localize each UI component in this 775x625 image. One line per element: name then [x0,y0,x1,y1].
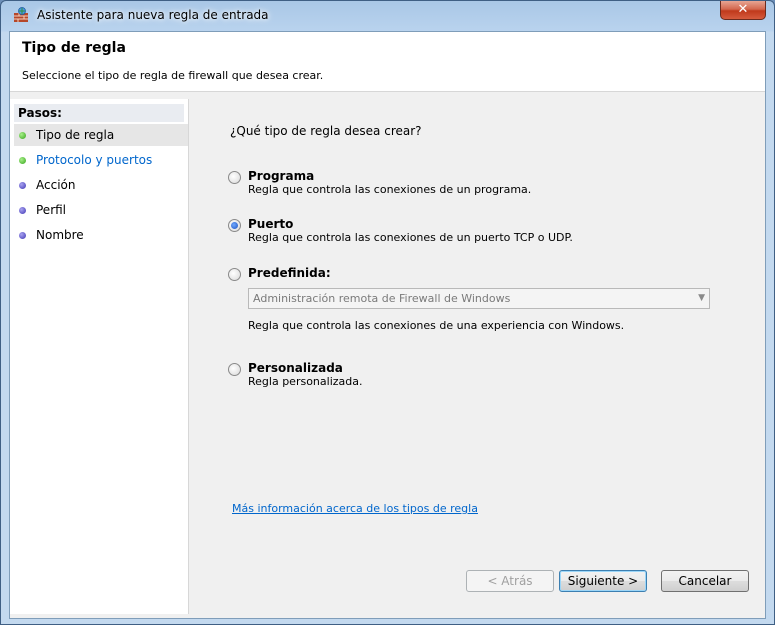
option-label[interactable]: Puerto [248,217,293,231]
window-title: Asistente para nueva regla de entrada [37,8,269,22]
option-description: Regla personalizada. [248,375,363,388]
select-value: Administración remota de Firewall de Win… [253,292,511,305]
step-pending-icon [19,232,26,239]
wizard-window: Asistente para nueva regla de entrada ✕ … [0,0,775,625]
step-protocolo-y-puertos[interactable]: Protocolo y puertos [14,149,188,171]
next-button[interactable]: Siguiente > [559,570,647,592]
step-label: Perfil [36,203,67,217]
step-label: Tipo de regla [36,128,115,142]
option-description: Regla que controla las conexiones de un … [248,183,532,196]
programa-radio[interactable] [228,171,241,184]
step-label: Nombre [36,228,84,242]
page-title: Tipo de regla [22,40,126,56]
step-tipo-de-regla: Tipo de regla [14,124,188,146]
close-icon: ✕ [737,2,749,17]
firewall-wall-icon [13,7,29,23]
step-pending-icon [19,182,26,189]
option-label[interactable]: Predefinida: [248,266,331,280]
step-accion: Acción [14,174,188,196]
cancel-button[interactable]: Cancelar [661,570,749,592]
title-bar[interactable]: Asistente para nueva regla de entrada ✕ [1,1,774,31]
page-description: Seleccione el tipo de regla de firewall … [22,69,324,82]
step-nombre: Nombre [14,224,188,246]
wizard-header: Tipo de regla Seleccione el tipo de regl… [10,32,765,92]
back-button[interactable]: < Atrás [466,570,554,592]
predefined-description: Regla que controla las conexiones de una… [248,319,625,332]
option-label[interactable]: Personalizada [248,361,343,375]
step-perfil: Perfil [14,199,188,221]
personalizada-radio[interactable] [228,363,241,376]
step-complete-icon [19,132,26,139]
more-info-link[interactable]: Más información acerca de los tipos de r… [232,502,478,515]
wizard-client-area: Tipo de regla Seleccione el tipo de regl… [9,31,766,619]
puerto-radio[interactable] [228,219,241,232]
step-label[interactable]: Protocolo y puertos [36,153,152,167]
chevron-down-icon: ▼ [698,293,705,303]
step-complete-icon [19,157,26,164]
option-description: Regla que controla las conexiones de un … [248,231,573,244]
step-pending-icon [19,207,26,214]
option-label[interactable]: Programa [248,169,314,183]
predefinida-radio[interactable] [228,268,241,281]
close-button[interactable]: ✕ [720,1,766,20]
steps-title: Pasos: [14,104,184,122]
rule-type-question: ¿Qué tipo de regla desea crear? [230,124,422,138]
predefined-rule-select[interactable]: Administración remota de Firewall de Win… [248,288,710,309]
step-label: Acción [36,178,76,192]
steps-panel: Pasos: Tipo de regla Protocolo y puertos… [10,99,189,614]
